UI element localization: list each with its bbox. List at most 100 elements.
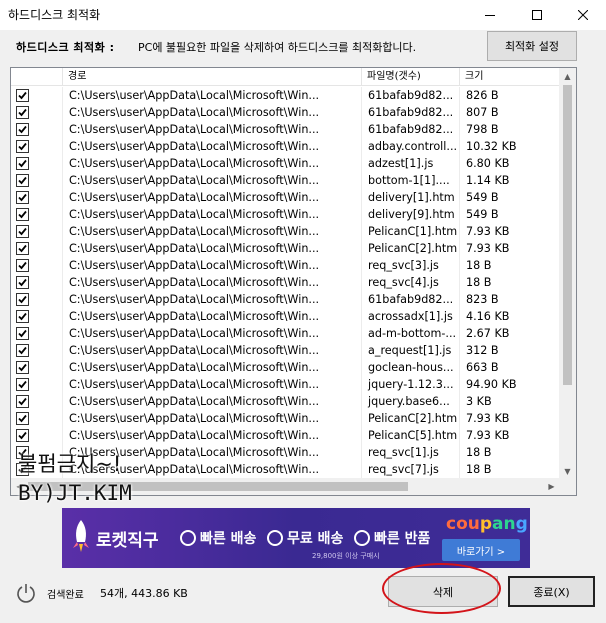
row-check-cell <box>11 87 63 104</box>
row-checkbox[interactable] <box>16 140 29 153</box>
row-filename: req_svc[4].js <box>362 274 460 291</box>
row-filename: 61bafab9d82... <box>362 121 460 138</box>
table-row[interactable]: C:\Users\user\AppData\Local\Microsoft\Wi… <box>11 240 560 257</box>
maximize-button[interactable] <box>514 0 560 30</box>
row-checkbox[interactable] <box>16 225 29 238</box>
vertical-scroll-thumb[interactable] <box>563 85 572 385</box>
row-path: C:\Users\user\AppData\Local\Microsoft\Wi… <box>63 206 362 223</box>
row-filename: jquery.base6... <box>362 393 460 410</box>
row-checkbox[interactable] <box>16 242 29 255</box>
scroll-up-icon[interactable]: ▲ <box>559 68 576 85</box>
watermark-text: 불펌금지~! <box>18 452 122 476</box>
row-checkbox[interactable] <box>16 395 29 408</box>
row-size: 18 B <box>460 444 560 461</box>
row-checkbox[interactable] <box>16 191 29 204</box>
row-filename: PelicanC[2].htm <box>362 410 460 427</box>
row-size: 18 B <box>460 274 560 291</box>
row-checkbox[interactable] <box>16 174 29 187</box>
row-checkbox[interactable] <box>16 157 29 170</box>
header-path[interactable]: 경로 <box>63 68 362 86</box>
table-row[interactable]: C:\Users\user\AppData\Local\Microsoft\Wi… <box>11 359 560 376</box>
table-row[interactable]: C:\Users\user\AppData\Local\Microsoft\Wi… <box>11 393 560 410</box>
exit-button[interactable]: 종료(X) <box>508 576 595 607</box>
optimize-label: 하드디스크 최적화 : <box>16 41 115 54</box>
row-path: C:\Users\user\AppData\Local\Microsoft\Wi… <box>63 138 362 155</box>
row-check-cell <box>11 274 63 291</box>
row-check-cell <box>11 104 63 121</box>
table-row[interactable]: C:\Users\user\AppData\Local\Microsoft\Wi… <box>11 257 560 274</box>
row-checkbox[interactable] <box>16 208 29 221</box>
table-row[interactable]: C:\Users\user\AppData\Local\Microsoft\Wi… <box>11 223 560 240</box>
feature-fast-return: 빠른 반품 <box>354 528 430 548</box>
table-row[interactable]: C:\Users\user\AppData\Local\Microsoft\Wi… <box>11 410 560 427</box>
return-icon <box>354 530 370 546</box>
row-filename: a_request[1].js <box>362 342 460 359</box>
row-checkbox[interactable] <box>16 106 29 119</box>
feature-free-delivery-note: 29,800원 이상 구매시 <box>312 552 380 560</box>
row-check-cell <box>11 308 63 325</box>
close-icon <box>578 10 588 20</box>
table-row[interactable]: C:\Users\user\AppData\Local\Microsoft\Wi… <box>11 274 560 291</box>
table-row[interactable]: C:\Users\user\AppData\Local\Microsoft\Wi… <box>11 172 560 189</box>
row-checkbox[interactable] <box>16 276 29 289</box>
table-row[interactable]: C:\Users\user\AppData\Local\Microsoft\Wi… <box>11 121 560 138</box>
table-row[interactable]: C:\Users\user\AppData\Local\Microsoft\Wi… <box>11 189 560 206</box>
header-filename[interactable]: 파일명(갯수) <box>362 68 460 86</box>
power-icon <box>17 584 35 603</box>
minimize-button[interactable] <box>467 0 513 30</box>
row-checkbox[interactable] <box>16 344 29 357</box>
ad-banner[interactable]: 로켓직구 빠른 배송 무료 배송 29,800원 이상 구매시 빠른 반품 co… <box>62 508 530 568</box>
table-row[interactable]: C:\Users\user\AppData\Local\Microsoft\Wi… <box>11 308 560 325</box>
row-path: C:\Users\user\AppData\Local\Microsoft\Wi… <box>63 342 362 359</box>
file-list[interactable]: 경로 파일명(갯수) 크기 C:\Users\user\AppData\Loca… <box>10 67 577 496</box>
table-row[interactable]: C:\Users\user\AppData\Local\Microsoft\Wi… <box>11 325 560 342</box>
optimize-settings-button[interactable]: 최적화 설정 <box>487 31 577 61</box>
checkmark-icon <box>18 346 27 355</box>
row-checkbox[interactable] <box>16 89 29 102</box>
row-check-cell <box>11 172 63 189</box>
row-checkbox[interactable] <box>16 361 29 374</box>
row-size: 7.93 KB <box>460 240 560 257</box>
minimize-icon <box>485 15 495 16</box>
row-size: 823 B <box>460 291 560 308</box>
table-row[interactable]: C:\Users\user\AppData\Local\Microsoft\Wi… <box>11 291 560 308</box>
header-size[interactable]: 크기 <box>460 68 560 86</box>
close-window-button[interactable] <box>560 0 606 30</box>
table-row[interactable]: C:\Users\user\AppData\Local\Microsoft\Wi… <box>11 155 560 172</box>
row-checkbox[interactable] <box>16 293 29 306</box>
row-checkbox[interactable] <box>16 310 29 323</box>
row-filename: 61bafab9d82... <box>362 291 460 308</box>
row-check-cell <box>11 376 63 393</box>
row-size: 18 B <box>460 461 560 478</box>
row-size: 7.93 KB <box>460 223 560 240</box>
table-row[interactable]: C:\Users\user\AppData\Local\Microsoft\Wi… <box>11 87 560 104</box>
row-checkbox[interactable] <box>16 123 29 136</box>
header-check[interactable] <box>11 68 63 86</box>
row-checkbox[interactable] <box>16 412 29 425</box>
row-size: 2.67 KB <box>460 325 560 342</box>
table-row[interactable]: C:\Users\user\AppData\Local\Microsoft\Wi… <box>11 104 560 121</box>
row-filename: jquery-1.12.3... <box>362 376 460 393</box>
checkmark-icon <box>18 329 27 338</box>
row-path: C:\Users\user\AppData\Local\Microsoft\Wi… <box>63 121 362 138</box>
row-path: C:\Users\user\AppData\Local\Microsoft\Wi… <box>63 223 362 240</box>
scroll-right-icon[interactable]: ▶ <box>543 478 560 495</box>
table-row[interactable]: C:\Users\user\AppData\Local\Microsoft\Wi… <box>11 342 560 359</box>
table-row[interactable]: C:\Users\user\AppData\Local\Microsoft\Wi… <box>11 206 560 223</box>
table-row[interactable]: C:\Users\user\AppData\Local\Microsoft\Wi… <box>11 427 560 444</box>
row-checkbox[interactable] <box>16 378 29 391</box>
banner-go-button[interactable]: 바로가기 > <box>442 539 520 561</box>
row-path: C:\Users\user\AppData\Local\Microsoft\Wi… <box>63 104 362 121</box>
row-size: 18 B <box>460 257 560 274</box>
vertical-scrollbar[interactable]: ▲ ▼ <box>559 68 576 480</box>
row-checkbox[interactable] <box>16 327 29 340</box>
row-checkbox[interactable] <box>16 259 29 272</box>
row-path: C:\Users\user\AppData\Local\Microsoft\Wi… <box>63 87 362 104</box>
checkmark-icon <box>18 159 27 168</box>
checkmark-icon <box>18 142 27 151</box>
table-row[interactable]: C:\Users\user\AppData\Local\Microsoft\Wi… <box>11 138 560 155</box>
table-row[interactable]: C:\Users\user\AppData\Local\Microsoft\Wi… <box>11 376 560 393</box>
window-title: 하드디스크 최적화 <box>8 8 101 22</box>
row-checkbox[interactable] <box>16 429 29 442</box>
row-filename: adbay.controll... <box>362 138 460 155</box>
